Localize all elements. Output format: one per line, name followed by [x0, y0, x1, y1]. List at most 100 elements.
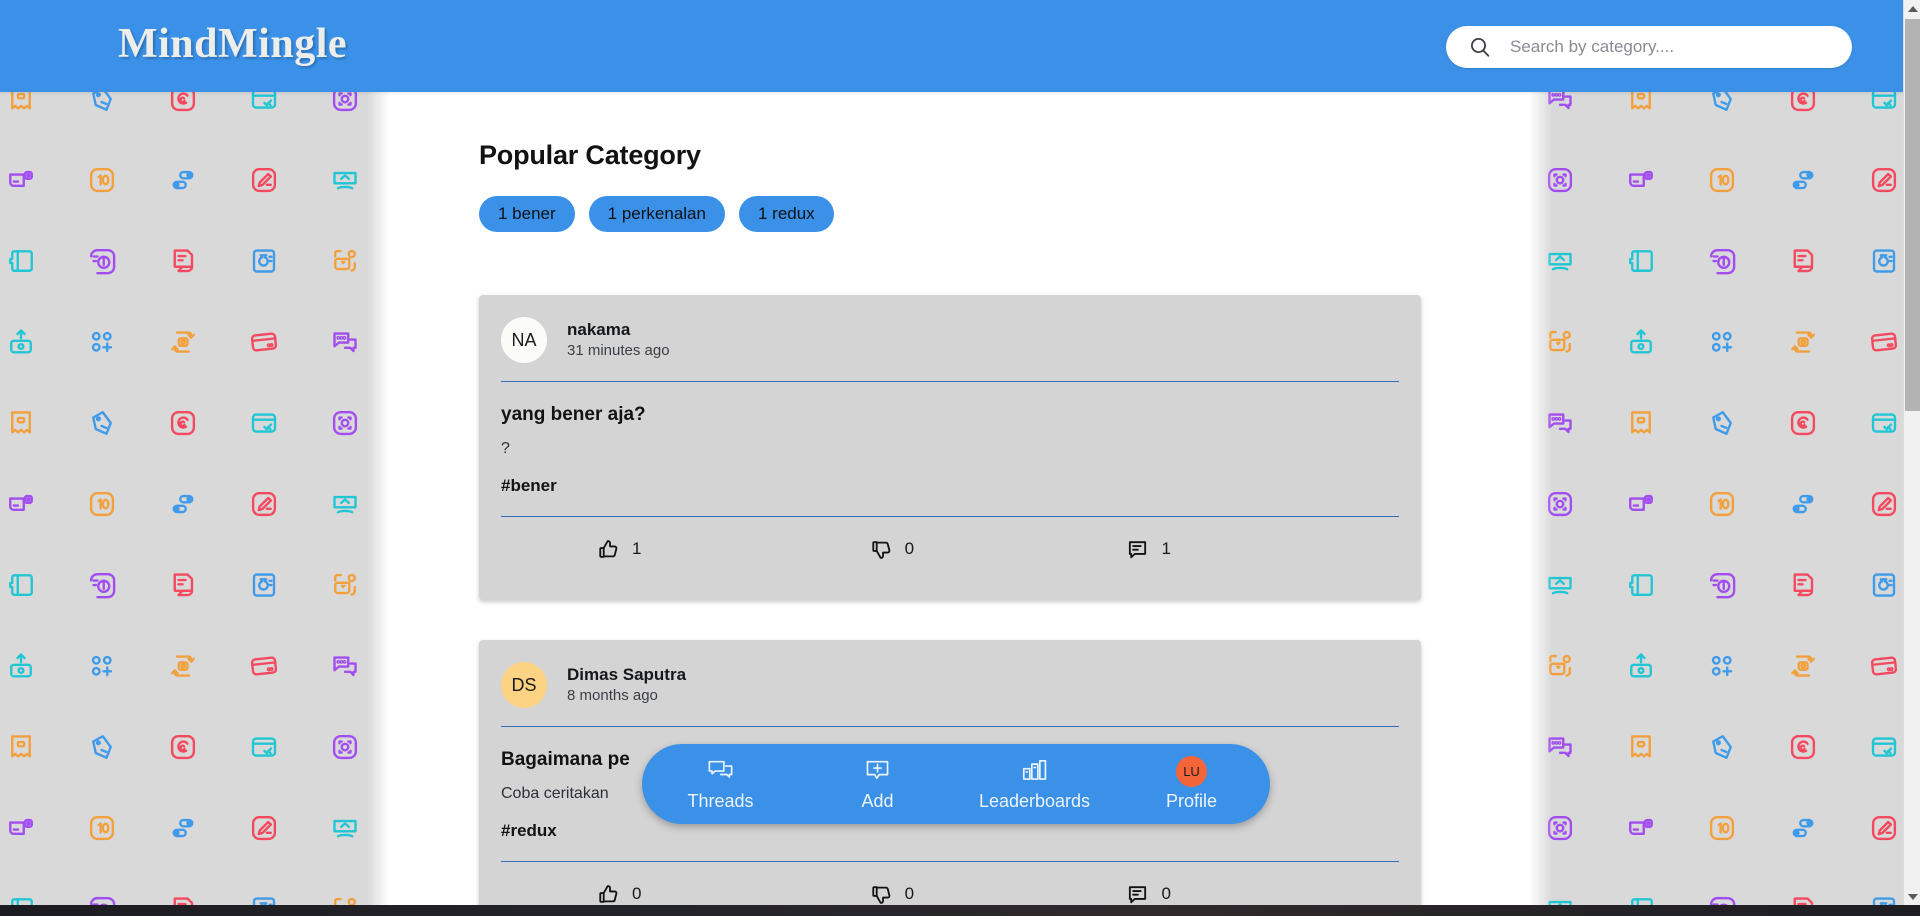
background-decoration-icon	[1545, 813, 1575, 843]
background-decoration-icon	[330, 408, 360, 438]
author-block: Dimas Saputra 8 months ago	[567, 664, 686, 707]
category-pill-0[interactable]: 1 bener	[479, 196, 575, 232]
nav-label: Profile	[1165, 791, 1218, 811]
background-decoration-icon	[1788, 732, 1818, 762]
background-decoration-icon	[1707, 651, 1737, 681]
bottom-navigation-bar: Threads Add Leaderboards LU Profile	[642, 744, 1270, 824]
background-decoration-icon	[1707, 489, 1737, 519]
nav-item-add[interactable]: Add	[799, 744, 956, 824]
thumbs-down-icon	[870, 538, 893, 561]
background-decoration-icon	[1707, 246, 1737, 276]
background-decoration-icon	[249, 813, 279, 843]
like-button[interactable]: 0	[597, 883, 870, 906]
background-decoration-icon	[168, 570, 198, 600]
comment-count: 0	[1161, 884, 1171, 903]
background-decoration-icon	[1869, 165, 1899, 195]
background-decoration-icon	[1788, 408, 1818, 438]
scrollbar-thumb[interactable]	[1905, 19, 1920, 411]
category-pill-1[interactable]: 1 perkenalan	[588, 196, 725, 232]
like-button[interactable]: 1	[597, 538, 870, 561]
background-decoration-icon	[1707, 732, 1737, 762]
post-title: yang bener aja?	[501, 404, 646, 425]
background-decoration-icon	[168, 327, 198, 357]
add-plus-box-icon	[863, 756, 892, 786]
nav-label: Threads	[687, 791, 754, 811]
background-decoration-icon	[1788, 489, 1818, 519]
comment-button[interactable]: 1	[1126, 538, 1399, 561]
background-decoration-icon	[330, 570, 360, 600]
post-card[interactable]: NA nakama 31 minutes ago yang bener aja?…	[479, 295, 1421, 600]
nav-item-profile[interactable]: LU Profile	[1113, 744, 1270, 824]
chat-bubbles-icon	[706, 756, 735, 786]
background-decoration-icon	[330, 651, 360, 681]
background-decoration-icon	[87, 489, 117, 519]
scroll-up-arrow-icon[interactable]	[1904, 0, 1920, 17]
post-header: NA nakama 31 minutes ago	[501, 295, 1399, 381]
nav-item-threads[interactable]: Threads	[642, 744, 799, 824]
background-decoration-icon	[249, 92, 279, 114]
background-decoration-icon	[1626, 165, 1656, 195]
background-decoration-icon	[1788, 92, 1818, 114]
thumbs-up-icon	[597, 883, 620, 906]
author-name: Dimas Saputra	[567, 664, 687, 684]
nav-label: Add	[861, 791, 894, 811]
background-decoration-icon	[1545, 92, 1575, 114]
background-decoration-icon	[6, 246, 36, 276]
background-decoration-icon	[1545, 651, 1575, 681]
comment-icon	[1126, 883, 1149, 906]
avatar: DS	[501, 662, 547, 708]
background-decoration-icon	[1788, 813, 1818, 843]
post-body: yang bener aja? ? #bener	[501, 382, 1399, 516]
background-decoration-icon	[168, 651, 198, 681]
background-decoration-icon	[330, 813, 360, 843]
background-decoration-icon	[330, 732, 360, 762]
search-icon	[1468, 35, 1492, 59]
background-decoration-icon	[1869, 327, 1899, 357]
background-decoration-icon	[1707, 327, 1737, 357]
background-decoration-icon	[1626, 813, 1656, 843]
background-decoration-icon	[330, 246, 360, 276]
search-bar[interactable]	[1446, 26, 1852, 68]
background-decoration-icon	[1869, 92, 1899, 114]
dislike-button[interactable]: 0	[870, 883, 1127, 906]
post-header: DS Dimas Saputra 8 months ago	[501, 640, 1399, 726]
background-decoration-icon	[87, 651, 117, 681]
background-decoration-icon	[168, 408, 198, 438]
background-decoration-icon	[1545, 570, 1575, 600]
background-decoration-icon	[1869, 813, 1899, 843]
dislike-count: 0	[904, 884, 915, 903]
background-decoration-icon	[168, 165, 198, 195]
author-block: nakama 31 minutes ago	[567, 319, 670, 362]
page-scrollbar[interactable]	[1903, 0, 1920, 905]
background-decoration-icon	[249, 408, 279, 438]
post-timestamp: 8 months ago	[567, 686, 658, 704]
like-count: 0	[632, 884, 642, 903]
background-decoration-icon	[6, 92, 36, 114]
background-decoration-icon	[87, 327, 117, 357]
background-decoration-icon	[1707, 813, 1737, 843]
background-decoration-icon	[1707, 570, 1737, 600]
background-decoration-icon	[1869, 570, 1899, 600]
background-decoration-icon	[1788, 651, 1818, 681]
post-tag[interactable]: #bener	[501, 476, 1399, 496]
background-decoration-icon	[168, 813, 198, 843]
comment-button[interactable]: 0	[1126, 883, 1399, 906]
background-decoration-icon	[1788, 327, 1818, 357]
background-decoration-icon	[87, 92, 117, 114]
background-decoration-icon	[168, 246, 198, 276]
category-pill-2[interactable]: 1 redux	[738, 196, 834, 232]
background-decoration-icon	[6, 327, 36, 357]
background-decoration-icon	[249, 165, 279, 195]
background-decoration-icon	[1788, 246, 1818, 276]
background-decoration-icon	[1869, 246, 1899, 276]
scroll-down-arrow-icon[interactable]	[1904, 888, 1920, 905]
post-tag[interactable]: #redux	[501, 821, 1399, 841]
background-decoration-icon	[1788, 165, 1818, 195]
background-decoration-icon	[1626, 327, 1656, 357]
background-decoration-icon	[168, 489, 198, 519]
background-decoration-icon	[330, 489, 360, 519]
search-input[interactable]	[1510, 37, 1830, 57]
nav-item-leaderboards[interactable]: Leaderboards	[956, 744, 1113, 824]
dislike-button[interactable]: 0	[870, 538, 1127, 561]
background-decoration-icon	[87, 408, 117, 438]
